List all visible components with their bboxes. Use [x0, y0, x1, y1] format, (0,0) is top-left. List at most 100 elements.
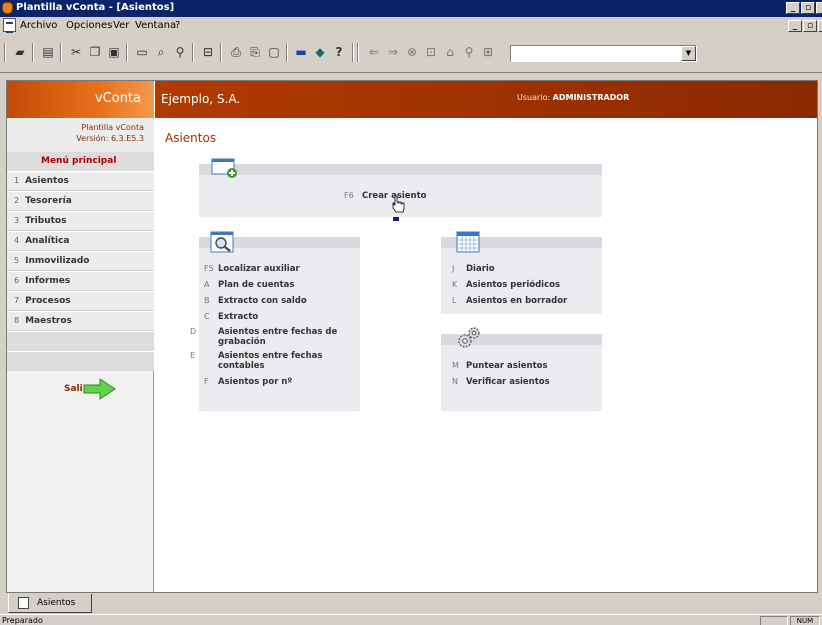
maximize-button[interactable]: ▫: [801, 2, 815, 14]
help-icon[interactable]: ?: [331, 44, 347, 60]
shortcut-key: A: [204, 280, 210, 289]
toolbar-grip: [4, 43, 6, 62]
address-combo[interactable]: ▼: [510, 45, 697, 62]
child-minimize-button[interactable]: _: [788, 20, 802, 32]
sidebar-item-asientos[interactable]: 1 Asientos: [7, 171, 154, 191]
refresh-icon[interactable]: ⊡: [423, 44, 439, 60]
sidebar-item-analitica[interactable]: 4 Analítica: [7, 231, 154, 251]
sidebar-item-tributos[interactable]: 3 Tributos: [7, 211, 154, 231]
close-button[interactable]: [816, 2, 822, 14]
sidebar-item-number: 5: [14, 256, 20, 265]
user-name: ADMINISTRADOR: [552, 93, 630, 102]
cut-icon[interactable]: ✂: [68, 44, 84, 60]
tab-asientos[interactable]: Asientos: [8, 594, 92, 613]
toolbar-separator: [286, 43, 288, 62]
window-tab-bar: [0, 594, 822, 614]
link-puntear-asientos[interactable]: M Puntear asientos: [452, 361, 548, 371]
sidebar-spacer: [7, 331, 154, 351]
toolbar-separator: [126, 43, 128, 62]
calendar-icon[interactable]: [456, 231, 482, 255]
link-label: Asientos en borrador: [466, 296, 568, 306]
find-icon[interactable]: ⌕: [153, 44, 169, 60]
sidebar-item-label: Tesorería: [25, 196, 72, 206]
menu-ventana[interactable]: Ventana: [135, 20, 176, 31]
link-label: Diario: [466, 264, 495, 274]
sidebar-item-label: Maestros: [25, 316, 72, 326]
menu-opciones[interactable]: Opciones: [66, 20, 112, 31]
sidebar-item-procesos[interactable]: 7 Procesos: [7, 291, 154, 311]
print-preview-icon[interactable]: ⎘: [247, 44, 263, 60]
import-icon[interactable]: ⊟: [200, 44, 216, 60]
child-close-button[interactable]: [818, 20, 822, 32]
link-localizar-auxiliar[interactable]: F5 Localizar auxiliar: [204, 264, 300, 274]
back-arrow-icon[interactable]: ⇐: [366, 44, 382, 60]
forward-arrow-icon[interactable]: ⇒: [385, 44, 401, 60]
toolbar-separator: [357, 43, 359, 62]
link-diario[interactable]: J Diario: [452, 264, 495, 274]
menu-ver[interactable]: Ver: [113, 20, 129, 31]
home-icon[interactable]: ⌂: [442, 44, 458, 60]
new-window-icon[interactable]: [211, 158, 239, 178]
company-name: Ejemplo, S.A.: [161, 92, 241, 106]
sidebar-item-label: Tributos: [25, 216, 67, 226]
user-label: Usuario:: [517, 93, 551, 102]
child-restore-button[interactable]: ▫: [803, 20, 817, 32]
zoom-icon[interactable]: ⚲: [172, 44, 188, 60]
chevron-down-icon[interactable]: ▼: [681, 46, 696, 61]
link-label: Localizar auxiliar: [218, 264, 300, 274]
sidebar-item-label: Procesos: [25, 296, 71, 306]
stop-icon[interactable]: ⊗: [404, 44, 420, 60]
screen-icon[interactable]: ▬: [293, 44, 309, 60]
magnifier-window-icon[interactable]: [210, 231, 236, 255]
sidebar-item-tesoreria[interactable]: 2 Tesorería: [7, 191, 154, 211]
sidebar-item-number: 1: [14, 176, 20, 185]
link-plan-de-cuentas[interactable]: A Plan de cuentas: [204, 280, 294, 290]
menu-archivo[interactable]: Archivo: [20, 20, 57, 31]
favorites-icon[interactable]: ⊞: [480, 44, 496, 60]
shortcut-key: L: [452, 296, 457, 305]
menu-help[interactable]: ?: [175, 20, 180, 31]
link-asientos-fechas-grabacion[interactable]: D Asientos entre fechas de grabación: [190, 327, 356, 347]
window-icon[interactable]: ▭: [134, 44, 150, 60]
link-extracto-con-saldo[interactable]: B Extracto con saldo: [204, 296, 307, 306]
properties-icon[interactable]: ▤: [40, 44, 56, 60]
link-label: Asientos por nº: [218, 377, 293, 387]
eraser-icon[interactable]: ◆: [312, 44, 328, 60]
status-text: Preparado: [2, 616, 43, 625]
sidebar-item-number: 3: [14, 216, 20, 225]
search-web-icon[interactable]: ⚲: [461, 44, 477, 60]
page-setup-icon[interactable]: ▢: [266, 44, 282, 60]
link-label: Extracto: [218, 312, 259, 322]
link-extracto[interactable]: C Extracto: [204, 312, 258, 322]
toolbar-separator: [32, 43, 34, 62]
open-folder-icon[interactable]: ▰: [12, 44, 28, 60]
paste-icon[interactable]: ▣: [106, 44, 122, 60]
link-asientos-fechas-contables[interactable]: E Asientos entre fechas contables: [190, 351, 344, 371]
gears-icon[interactable]: [455, 326, 483, 350]
menu-bar: Archivo Opciones Ver Ventana ? _ ▫: [0, 17, 822, 35]
link-asientos-borrador[interactable]: L Asientos en borrador: [452, 296, 567, 306]
minimize-button[interactable]: _: [786, 2, 800, 14]
exit-arrow-icon[interactable]: [82, 378, 118, 400]
version-box: Plantilla vConta Versión: 6.3.E5.3: [7, 119, 154, 152]
print-icon[interactable]: ⎙: [228, 44, 244, 60]
sidebar-item-inmovilizado[interactable]: 5 Inmovilizado: [7, 251, 154, 271]
link-asientos-por-numero[interactable]: F Asientos por nº: [204, 377, 292, 387]
sidebar-item-label: Inmovilizado: [25, 256, 90, 266]
shortcut-key: B: [204, 296, 210, 305]
create-entry-link[interactable]: F6 Crear asiento: [344, 191, 427, 201]
link-verificar-asientos[interactable]: N Verificar asientos: [452, 377, 550, 387]
document-icon: [18, 597, 29, 609]
sidebar-item-maestros[interactable]: 8 Maestros: [7, 311, 154, 331]
status-panel-num: NUM: [790, 616, 820, 625]
create-card-bar: [199, 164, 602, 175]
link-label: Plan de cuentas: [218, 280, 295, 290]
toolbar-separator: [352, 43, 354, 62]
copy-icon[interactable]: ❐: [87, 44, 103, 60]
company-header: Ejemplo, S.A. Usuario: ADMINISTRADOR: [155, 81, 817, 118]
link-asientos-periodicos[interactable]: K Asientos periódicos: [452, 280, 560, 290]
shortcut-key: E: [190, 351, 196, 360]
sidebar-item-informes[interactable]: 6 Informes: [7, 271, 154, 291]
hand-cursor-icon: [392, 195, 405, 221]
document-icon[interactable]: [3, 18, 16, 33]
